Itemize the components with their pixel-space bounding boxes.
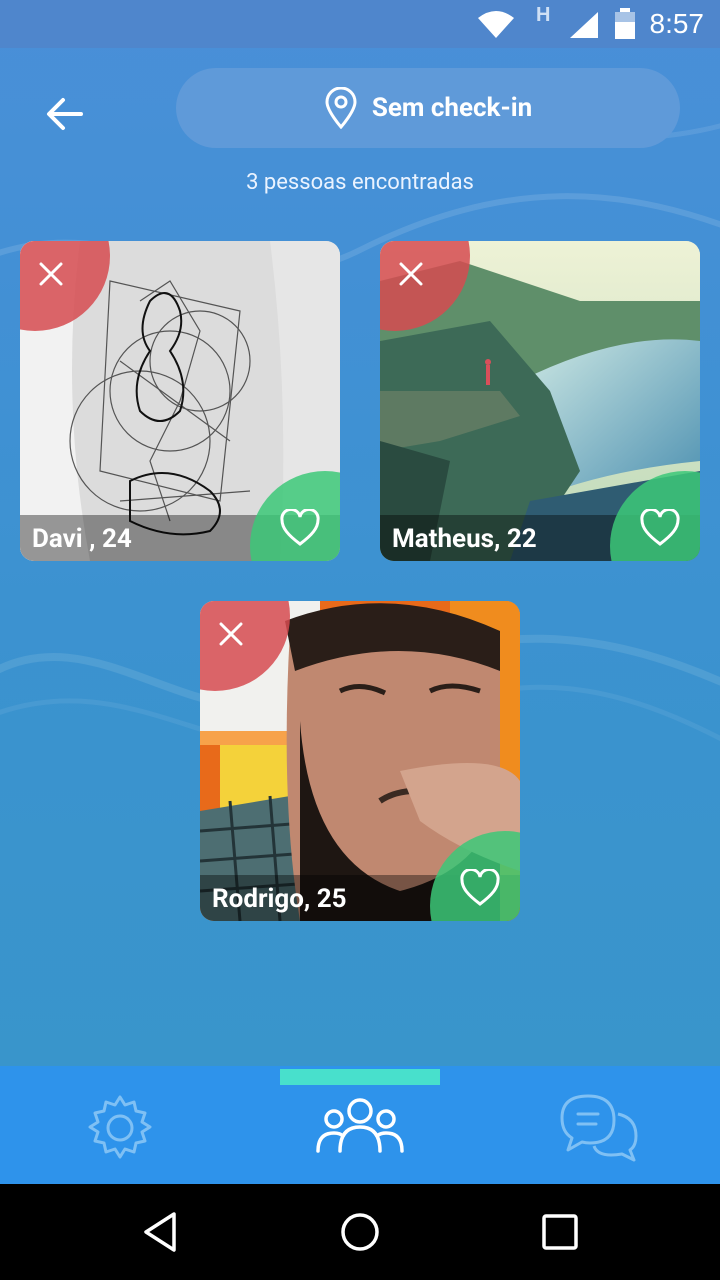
checkin-button[interactable]: Sem check-in xyxy=(176,68,680,148)
close-icon xyxy=(39,262,63,286)
profile-name: Davi , 24 xyxy=(32,524,132,554)
checkin-label: Sem check-in xyxy=(371,93,533,123)
active-tab-indicator xyxy=(280,1069,440,1085)
heart-icon xyxy=(280,509,320,546)
profile-card[interactable]: Matheus, 22 xyxy=(380,241,700,561)
wifi-icon xyxy=(478,11,514,38)
gear-icon xyxy=(88,1095,152,1159)
heart-icon xyxy=(460,869,500,906)
tab-people[interactable] xyxy=(300,1088,420,1168)
home-circle-icon[interactable] xyxy=(336,1208,384,1256)
profile-name: Rodrigo, 25 xyxy=(212,884,347,914)
close-icon xyxy=(399,262,423,286)
results-count: 3 pessoas encontradas xyxy=(246,170,474,195)
people-group-icon xyxy=(316,1098,404,1153)
recents-square-icon[interactable] xyxy=(536,1208,584,1256)
back-triangle-icon[interactable] xyxy=(138,1208,186,1256)
tab-settings[interactable] xyxy=(70,1088,170,1168)
heart-icon xyxy=(640,509,680,546)
tab-chat[interactable] xyxy=(550,1088,650,1168)
profile-card[interactable]: Davi , 24 xyxy=(20,241,340,561)
network-type-label: H xyxy=(536,4,551,26)
bottom-navigation xyxy=(0,1066,720,1184)
clock: 8:57 xyxy=(649,8,705,39)
arrow-left-icon xyxy=(47,98,83,130)
status-bar: H 8:57 xyxy=(0,0,720,48)
location-pin-icon xyxy=(325,87,357,129)
profile-card[interactable]: Rodrigo, 25 xyxy=(200,601,520,921)
system-navigation-bar xyxy=(0,1184,720,1280)
chat-bubbles-icon xyxy=(560,1094,638,1162)
close-icon xyxy=(219,622,243,646)
profile-name: Matheus, 22 xyxy=(392,524,537,554)
battery-icon xyxy=(615,8,635,39)
back-button[interactable] xyxy=(28,86,102,142)
cell-signal-icon xyxy=(570,12,598,38)
